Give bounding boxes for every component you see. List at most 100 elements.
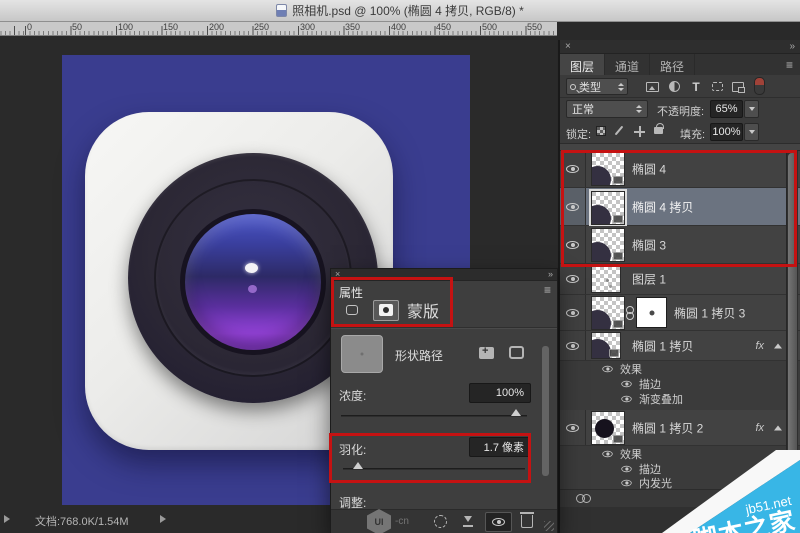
blend-mode-value: 正常 xyxy=(572,101,594,117)
masks-button-selected[interactable] xyxy=(373,300,399,321)
panel-menu-icon[interactable]: ≡ xyxy=(779,54,800,75)
load-selection-from-mask-icon[interactable] xyxy=(434,515,447,528)
lock-pixels-brush-icon[interactable] xyxy=(618,125,620,136)
density-value-field[interactable]: 100% xyxy=(469,383,531,403)
layer-name[interactable]: 椭圆 1 拷贝 3 xyxy=(674,304,745,321)
filter-smart-objects-icon[interactable] xyxy=(730,79,746,94)
eye-icon[interactable] xyxy=(602,450,612,456)
layer-name[interactable]: 椭圆 4 拷贝 xyxy=(632,198,693,215)
add-mask-icon[interactable] xyxy=(479,347,494,359)
layer-name[interactable]: 椭圆 1 拷贝 xyxy=(632,337,693,354)
layer-mask-thumbnail[interactable] xyxy=(636,297,667,328)
fill-value-field[interactable]: 100% xyxy=(710,123,743,141)
layer-visibility-toggle[interactable] xyxy=(560,331,586,360)
layer-row-layer-1[interactable]: 图层 1 xyxy=(560,264,800,295)
lock-all-icon[interactable] xyxy=(654,122,663,134)
layer-visibility-toggle[interactable] xyxy=(560,226,586,263)
disable-mask-button-active[interactable] xyxy=(485,512,512,532)
opacity-value-field[interactable]: 65% xyxy=(710,100,743,118)
layer-row-ellipse-1-copy-3[interactable]: 椭圆 1 拷贝 3 xyxy=(560,295,800,331)
effect-row-gradient-overlay[interactable]: 渐变叠加 xyxy=(560,391,790,407)
status-options-arrow-icon[interactable] xyxy=(160,515,166,523)
layer-visibility-toggle[interactable] xyxy=(560,151,586,187)
effect-label: 渐变叠加 xyxy=(639,391,683,407)
layer-thumbnail[interactable] xyxy=(591,265,621,293)
layer-thumbnail[interactable] xyxy=(591,332,621,359)
feather-slider-thumb[interactable] xyxy=(353,462,363,469)
eye-icon xyxy=(566,424,579,432)
feather-slider-track[interactable] xyxy=(343,468,525,470)
effect-row-stroke[interactable]: 描边 xyxy=(560,461,790,476)
layer-visibility-toggle[interactable] xyxy=(560,295,586,330)
layer-name[interactable]: 椭圆 4 xyxy=(632,161,666,178)
collapse-effects-icon[interactable] xyxy=(774,425,782,430)
eye-icon[interactable] xyxy=(621,380,631,386)
blend-mode-dropdown[interactable]: 正常 xyxy=(566,100,648,118)
mask-thumbnail[interactable] xyxy=(341,335,383,373)
layers-scrollbar-track[interactable] xyxy=(786,151,798,509)
layer-visibility-toggle[interactable] xyxy=(560,188,586,225)
lock-transparency-icon[interactable] xyxy=(596,126,606,136)
close-icon[interactable]: × xyxy=(335,270,340,279)
collapse-panel-icon[interactable]: » xyxy=(789,42,795,52)
layer-row-ellipse-4[interactable]: 椭圆 4 xyxy=(560,151,800,188)
eye-icon[interactable] xyxy=(602,365,612,371)
camera-lens-glass xyxy=(180,209,326,355)
layer-thumbnail[interactable] xyxy=(591,191,625,225)
tab-layers[interactable]: 图层 xyxy=(560,54,605,75)
filter-type-layers-icon[interactable]: T xyxy=(688,79,704,94)
filter-type-dropdown[interactable]: 类型 xyxy=(566,78,628,95)
fx-badge[interactable]: fx xyxy=(755,422,764,434)
properties-scrollbar-thumb[interactable] xyxy=(542,346,549,476)
effects-group-row[interactable]: 效果 xyxy=(560,446,790,461)
fx-badge[interactable]: fx xyxy=(755,340,764,352)
live-shape-properties-button[interactable] xyxy=(339,300,365,321)
blend-mode-row: 正常 不透明度: 65% xyxy=(560,98,800,121)
tab-channels[interactable]: 通道 xyxy=(605,54,650,75)
layer-name[interactable]: 图层 1 xyxy=(632,271,666,288)
mask-link-icon[interactable] xyxy=(626,306,633,320)
close-icon[interactable]: × xyxy=(565,42,571,52)
eye-icon[interactable] xyxy=(621,479,631,485)
effect-row-inner-glow-clipped[interactable]: 内发光 xyxy=(560,476,790,489)
density-slider-thumb[interactable] xyxy=(511,409,521,416)
collapse-effects-icon[interactable] xyxy=(774,343,782,348)
filter-pixel-layers-icon[interactable] xyxy=(644,79,660,94)
layer-thumbnail[interactable] xyxy=(591,228,625,262)
panel-menu-icon[interactable]: ≡ xyxy=(544,283,551,297)
status-scroll-arrow-icon[interactable] xyxy=(4,515,10,523)
apply-mask-icon[interactable] xyxy=(463,516,473,527)
layer-name[interactable]: 椭圆 1 拷贝 2 xyxy=(632,419,703,436)
layer-thumbnail[interactable] xyxy=(591,296,625,330)
effects-group-row[interactable]: 效果 xyxy=(560,361,790,376)
layers-scrollbar-thumb[interactable] xyxy=(788,153,797,501)
properties-panel-toolbar xyxy=(331,509,557,533)
opacity-dropdown-button[interactable] xyxy=(744,100,759,118)
filter-shape-layers-icon[interactable] xyxy=(709,79,725,94)
lock-position-move-icon[interactable] xyxy=(634,126,645,137)
layer-thumbnail[interactable] xyxy=(591,411,625,445)
feather-value-field[interactable]: 1.7 像素 xyxy=(469,437,531,457)
delete-mask-trash-icon[interactable] xyxy=(521,515,533,528)
effect-row-stroke[interactable]: 描边 xyxy=(560,376,790,391)
collapse-panel-icon[interactable]: » xyxy=(548,270,553,279)
panel-resize-grip[interactable] xyxy=(544,521,554,531)
fill-dropdown-button[interactable] xyxy=(744,123,759,141)
eye-icon[interactable] xyxy=(621,396,631,402)
layer-row-ellipse-4-copy-selected[interactable]: 椭圆 4 拷贝 xyxy=(560,188,800,226)
layer-row-ellipse-1-copy[interactable]: 椭圆 1 拷贝 fx xyxy=(560,331,800,361)
density-slider-track[interactable] xyxy=(341,415,527,417)
link-layers-icon[interactable] xyxy=(576,494,592,503)
layer-row-ellipse-1-copy-2[interactable]: 椭圆 1 拷贝 2 fx xyxy=(560,410,800,446)
filter-adjustment-layers-icon[interactable] xyxy=(666,79,682,94)
layer-visibility-toggle[interactable] xyxy=(560,410,586,445)
eye-icon[interactable] xyxy=(621,465,631,471)
layer-thumbnail[interactable] xyxy=(591,152,625,186)
layer-filtering-switch[interactable] xyxy=(754,77,765,95)
layer-visibility-toggle[interactable] xyxy=(560,264,586,294)
vector-mask-icon[interactable] xyxy=(509,346,524,359)
layer-row-ellipse-3[interactable]: 椭圆 3 xyxy=(560,226,800,264)
tab-paths[interactable]: 路径 xyxy=(650,54,695,75)
effect-label: 描边 xyxy=(639,376,661,392)
layer-name[interactable]: 椭圆 3 xyxy=(632,236,666,253)
